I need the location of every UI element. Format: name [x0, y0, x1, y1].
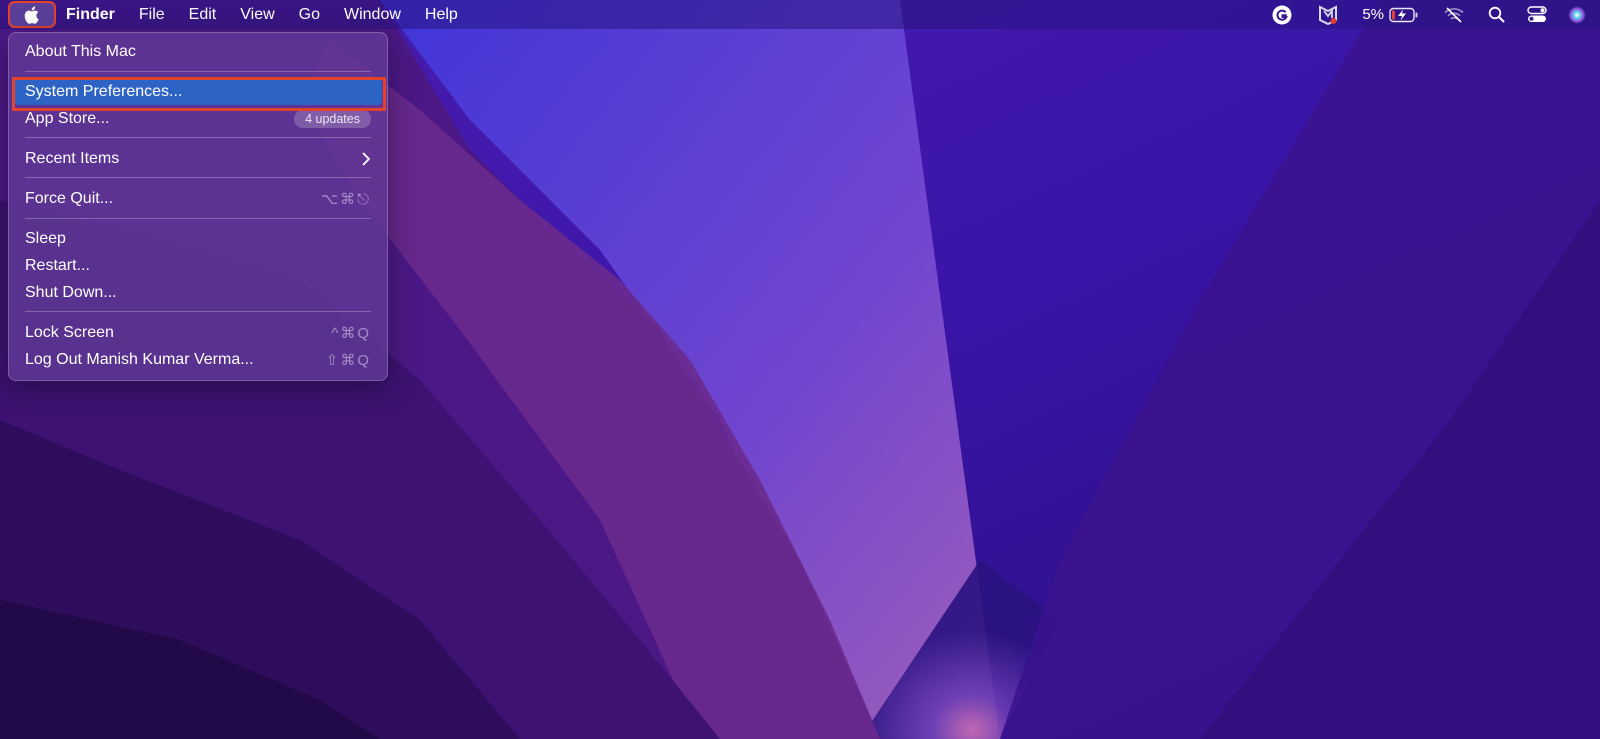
menu-item-label: Log Out Manish Kumar Verma... — [25, 351, 254, 368]
menu-item-label: App Store... — [25, 110, 110, 127]
menu-view[interactable]: View — [228, 0, 286, 29]
wifi-off-icon — [1444, 6, 1464, 23]
menu-separator — [25, 177, 371, 178]
force-quit-shortcut: ⌥⌘⎋ — [320, 191, 371, 208]
menu-item-force-quit[interactable]: Force Quit... ⌥⌘⎋ — [14, 186, 382, 212]
apple-menu-button[interactable] — [8, 1, 56, 28]
menu-item-label: Recent Items — [25, 150, 120, 167]
menu-item-label: Sleep — [25, 230, 66, 247]
mcafee-status[interactable] — [1306, 0, 1350, 29]
lock-screen-shortcut: ^⌘Q — [331, 325, 371, 342]
menu-edit[interactable]: Edit — [177, 0, 229, 29]
menu-item-restart[interactable]: Restart... — [14, 253, 382, 279]
menu-file[interactable]: File — [127, 0, 177, 29]
battery-charging-icon — [1389, 7, 1418, 22]
menu-help[interactable]: Help — [413, 0, 470, 29]
spotlight-button[interactable] — [1477, 0, 1516, 29]
chevron-right-icon — [362, 152, 370, 166]
menu-item-about-this-mac[interactable]: About This Mac — [14, 39, 382, 65]
siri-icon — [1568, 6, 1586, 23]
siri-button[interactable] — [1558, 0, 1600, 29]
control-center-button[interactable] — [1516, 0, 1558, 29]
menu-item-label: About This Mac — [25, 43, 136, 60]
menu-separator — [25, 311, 371, 312]
menu-window[interactable]: Window — [332, 0, 413, 29]
updates-badge: 4 updates — [294, 110, 371, 128]
highlight-annotation — [8, 1, 56, 28]
menu-finder[interactable]: Finder — [56, 0, 127, 29]
battery-percent: 5% — [1362, 6, 1384, 23]
menu-go[interactable]: Go — [287, 0, 332, 29]
search-icon — [1488, 6, 1505, 23]
menu-item-recent-items[interactable]: Recent Items — [14, 146, 382, 172]
mcafee-icon — [1319, 4, 1338, 25]
apple-menu-dropdown: About This Mac System Preferences... App… — [8, 32, 388, 381]
menu-bar: Finder File Edit View Go Window Help 5% — [0, 0, 1600, 29]
menu-item-app-store[interactable]: App Store... 4 updates — [14, 106, 382, 132]
menu-item-label: Restart... — [25, 257, 90, 274]
menu-item-label: Lock Screen — [25, 324, 114, 341]
menu-item-label: Shut Down... — [25, 284, 117, 301]
grammarly-status[interactable] — [1258, 0, 1306, 29]
control-center-icon — [1527, 6, 1547, 22]
menu-item-sleep[interactable]: Sleep — [14, 226, 382, 252]
wifi-status[interactable] — [1431, 0, 1477, 29]
menu-item-lock-screen[interactable]: Lock Screen ^⌘Q — [14, 320, 382, 346]
menu-item-system-preferences[interactable]: System Preferences... — [14, 79, 382, 105]
menu-item-shut-down[interactable]: Shut Down... — [14, 280, 382, 306]
menu-separator — [25, 218, 371, 219]
battery-status[interactable]: 5% — [1350, 0, 1431, 29]
grammarly-icon — [1272, 5, 1292, 24]
log-out-shortcut: ⇧⌘Q — [325, 352, 371, 369]
menu-separator — [25, 71, 371, 72]
menu-item-label: System Preferences... — [25, 83, 183, 100]
menu-item-log-out[interactable]: Log Out Manish Kumar Verma... ⇧⌘Q — [14, 347, 382, 373]
menu-item-label: Force Quit... — [25, 190, 114, 207]
menu-separator — [25, 137, 371, 138]
